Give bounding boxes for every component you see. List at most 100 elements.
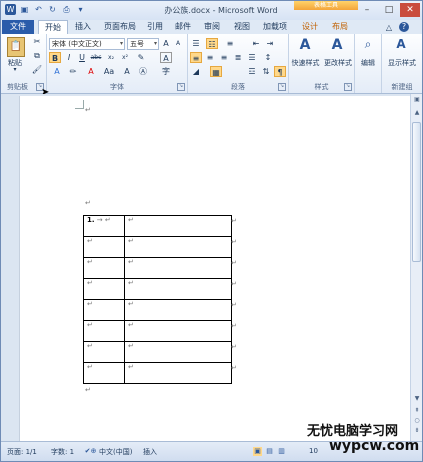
clear-format-icon[interactable]: ✎ [135,52,147,63]
table-row[interactable]: 1. → ↵ ↵ [83,215,232,237]
align-center-icon[interactable]: ≡ [204,52,216,63]
sort-icon[interactable]: ⇅ [260,66,272,77]
font-name-combo[interactable]: 宋体 (中文正文) ▾ [49,38,125,50]
table-cell[interactable]: ↵ [124,362,232,384]
scroll-down-icon[interactable]: ▼ [412,394,422,404]
tab-page-layout[interactable]: 页面布局 [100,20,140,34]
table-cell[interactable]: ↵ [124,257,232,279]
table-row[interactable]: ↵ ↵ [83,341,232,363]
table-cell[interactable]: ↵ [83,299,125,321]
table-cell[interactable]: ↵ [83,362,125,384]
tab-addins[interactable]: 加载项 [260,20,290,34]
table-cell[interactable]: ↵ [83,257,125,279]
scroll-up-icon[interactable]: ▲ [412,108,422,118]
line-spacing-icon[interactable]: ↕ [262,52,274,63]
chevron-down-icon[interactable]: ▾ [154,39,157,49]
font-color-icon[interactable]: A [85,66,97,77]
subscript-button[interactable]: x₂ [105,52,117,63]
multilevel-list-icon[interactable]: ≡ [224,38,236,49]
chevron-down-icon[interactable]: ▾ [120,39,123,49]
word-count[interactable]: 字数: 1 [51,447,74,457]
table-cell[interactable]: ↵ [83,341,125,363]
strikethrough-button[interactable]: abc [90,52,102,63]
text-effects-icon[interactable]: A [51,66,63,77]
ruler-toggle-icon[interactable]: ▣ [412,95,422,105]
table-row[interactable]: ↵ ↵ [83,362,232,384]
insert-mode[interactable]: 插入 [143,447,157,457]
cut-icon[interactable]: ✂ [31,36,43,47]
borders-icon[interactable]: ▦ [210,66,222,77]
table-row[interactable]: ↵ ↵ [83,299,232,321]
language-icon[interactable]: ⊕ [89,447,98,456]
table-cell[interactable]: ↵ [83,320,125,342]
table-cell[interactable]: ↵ [124,320,232,342]
previous-page-icon[interactable]: ⇞ [412,406,422,416]
grow-font-icon[interactable]: A [160,38,172,49]
table-cell[interactable]: 1. → ↵ [83,215,125,237]
print-icon[interactable]: ⎙ [61,4,72,15]
paragraph-launcher-icon[interactable]: ↘ [278,83,286,91]
char-shading-icon[interactable]: 字 [160,66,172,77]
table-row[interactable]: ↵ ↵ [83,320,232,342]
show-marks-icon[interactable]: ¶ [274,66,286,77]
scroll-thumb[interactable] [412,122,421,262]
change-case-icon[interactable]: Aa [103,66,115,77]
shading-icon[interactable]: ◢ [190,66,202,77]
table-row[interactable]: ↵ ↵ [83,278,232,300]
document-page[interactable]: ↵ ↵ 1. → ↵ ↵ ↵ ↵ ↵ ↵ ↵ ↵ ↵ ↵ ↵ ↵ ↵ ↵ ↵ ↵ ↵ ↵ ↵ … [19,96,410,441]
superscript-button[interactable]: x² [119,52,131,63]
highlight-icon[interactable]: ✏ [67,66,79,77]
table-cell[interactable]: ↵ [124,236,232,258]
tab-review[interactable]: 审阅 [201,20,223,34]
table-row[interactable]: ↵ ↵ [83,236,232,258]
enclose-char-icon[interactable]: Ⓐ [137,66,149,77]
distribute-icon[interactable]: ☰ [246,52,258,63]
quick-styles-icon[interactable]: A [295,37,315,55]
table-row[interactable]: ↵ ↵ [83,257,232,279]
justify-icon[interactable]: ≣ [232,52,244,63]
font-launcher-icon[interactable]: ↘ [177,83,185,91]
align-right-icon[interactable]: ≡ [218,52,230,63]
tab-view[interactable]: 视图 [231,20,253,34]
table-cell[interactable]: ↵ [124,215,232,237]
chinese-layout-icon[interactable]: ☲ [246,66,258,77]
decrease-indent-icon[interactable]: ⇤ [250,38,262,49]
save-icon[interactable]: ▣ [19,4,30,15]
bullets-icon[interactable]: ☰ [190,38,202,49]
table-cell[interactable]: ↵ [124,341,232,363]
minimize-button[interactable]: – [356,3,378,17]
bold-button[interactable]: B [49,52,61,63]
quick-styles-label[interactable]: 快速样式 [289,58,322,68]
underline-button[interactable]: U [76,52,88,63]
find-icon[interactable]: ⌕ [359,37,377,55]
minimize-ribbon-icon[interactable]: △ [383,22,395,33]
phonetic-guide-icon[interactable]: A [121,66,133,77]
close-button[interactable]: ✕ [400,3,420,17]
numbering-icon[interactable]: ☷ [206,38,218,49]
undo-icon[interactable]: ↶ [33,4,44,15]
tab-home[interactable]: 开始 [38,20,68,35]
chevron-down-icon[interactable]: ▾ [75,4,86,15]
maximize-button[interactable]: □ [378,3,400,17]
show-styles-icon[interactable]: A [392,37,410,55]
tab-mailings[interactable]: 邮件 [172,20,194,34]
italic-button[interactable]: I [63,52,75,63]
word-logo-icon[interactable]: W [5,4,16,15]
copy-icon[interactable]: ⧉ [31,50,43,61]
edit-label[interactable]: 编辑 [355,58,381,68]
redo-icon[interactable]: ↻ [47,4,58,15]
table-cell[interactable]: ↵ [83,236,125,258]
align-left-icon[interactable]: ≡ [190,52,202,63]
tab-references[interactable]: 引用 [144,20,166,34]
full-screen-reading-icon[interactable]: ▤ [265,447,274,456]
change-styles-label[interactable]: 更改样式 [322,58,354,68]
char-border-icon[interactable]: A [160,52,172,63]
language-indicator[interactable]: 中文(中国) [99,447,132,457]
table-cell[interactable]: ↵ [124,299,232,321]
tab-insert[interactable]: 插入 [70,20,96,34]
increase-indent-icon[interactable]: ⇥ [264,38,276,49]
help-icon[interactable]: ? [399,22,409,32]
format-painter-icon[interactable]: 🖌 [31,64,43,75]
table-cell[interactable]: ↵ [83,278,125,300]
font-size-combo[interactable]: 五号 ▾ [127,38,159,50]
